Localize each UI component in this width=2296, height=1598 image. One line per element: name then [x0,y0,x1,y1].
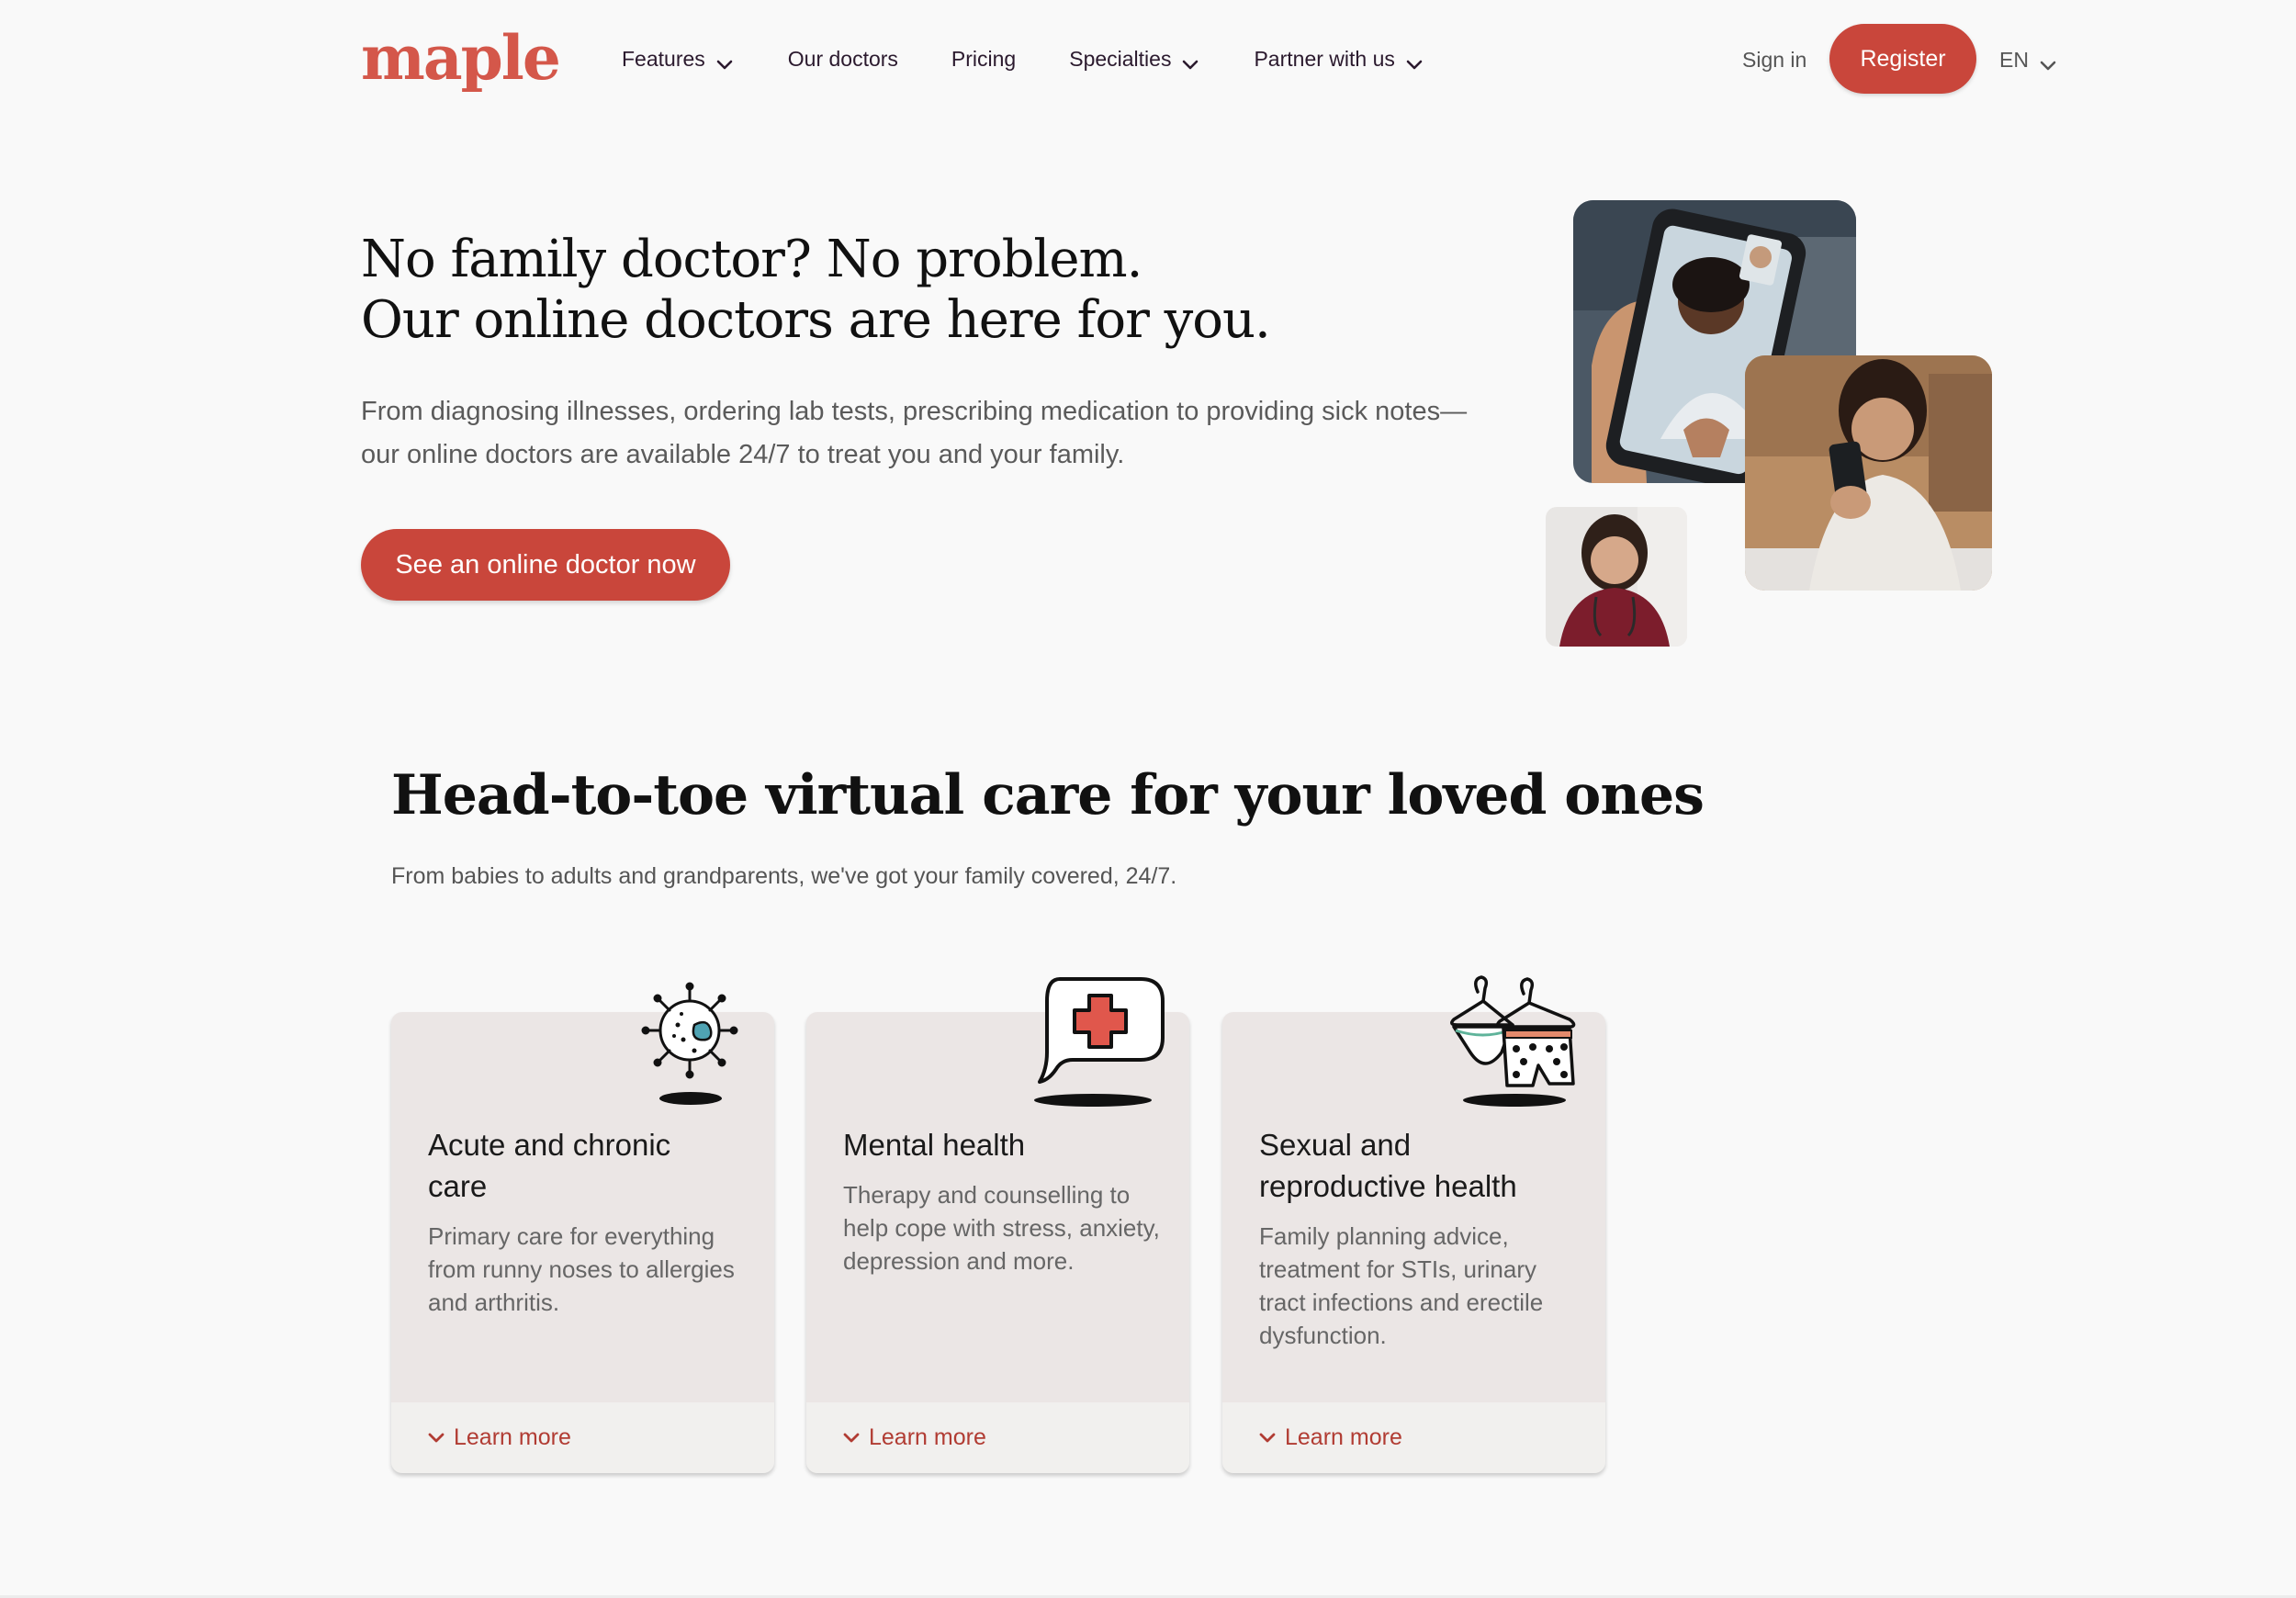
card-title-line1: Sexual and [1259,1128,1412,1162]
nav-features-label: Features [622,47,705,71]
hero-subtitle: From diagnosing illnesses, ordering lab … [361,390,1509,477]
section-title: Head-to-toe virtual care for your loved … [391,763,1705,827]
learn-more-label: Learn more [869,1424,986,1450]
language-selector[interactable]: EN [1999,41,2058,78]
card-sexual-reproductive-health[interactable]: Sexual and reproductive health Family pl… [1222,975,1605,1473]
card-title-line2: care [428,1169,488,1203]
nav-partner-with-us[interactable]: Partner with us [1254,40,1424,77]
hero-title-line2: Our online doctors are here for you. [361,290,1271,350]
learn-more-link[interactable]: Learn more [391,1402,774,1473]
card-title: Acute and chronic care [428,1124,740,1207]
nav-our-doctors[interactable]: Our doctors [788,40,898,77]
nav-specialties[interactable]: Specialties [1069,40,1200,77]
chevron-down-icon [841,1428,861,1448]
hero-title: No family doctor? No problem. Our online… [361,230,1509,351]
card-title-line1: Acute and chronic [428,1128,671,1162]
learn-more-label: Learn more [1285,1424,1402,1450]
doctor-portrait-photo [1546,507,1687,647]
card-description: Family planning advice, treatment for ST… [1259,1222,1544,1349]
register-button[interactable]: Register [1829,24,1976,94]
card-mental-health[interactable]: Mental health Therapy and counselling to… [806,977,1189,1473]
learn-more-link[interactable]: Learn more [806,1402,1189,1473]
language-label: EN [1999,48,2029,72]
section-subtitle: From babies to adults and grandparents, … [391,863,1177,889]
card-title: Sexual and reproductive health [1259,1124,1571,1207]
learn-more-link[interactable]: Learn more [1222,1402,1605,1473]
chevron-down-icon [1180,49,1200,70]
nav-pricing[interactable]: Pricing [951,40,1016,77]
chevron-down-icon [2038,50,2058,71]
nav-specialties-label: Specialties [1069,47,1172,71]
nav-features[interactable]: Features [622,40,735,77]
chevron-down-icon [426,1428,446,1448]
site-header: maple Features Our doctors Pricing Speci… [0,0,2296,119]
patient-phone-photo [1745,355,1992,591]
underwear-hanger-icon [1446,973,1581,1111]
card-title: Mental health [843,1124,1155,1165]
maple-logo[interactable]: maple [361,20,561,96]
chevron-down-icon [715,49,735,70]
learn-more-label: Learn more [454,1424,571,1450]
virus-icon [639,979,740,1108]
chevron-down-icon [1257,1428,1277,1448]
nav-pricing-label: Pricing [951,47,1017,71]
sign-in-link[interactable]: Sign in [1742,41,1806,78]
see-doctor-button[interactable]: See an online doctor now [361,529,730,601]
hero-subtitle-line1: From diagnosing illnesses, ordering lab … [361,397,1468,426]
nav-partner-label: Partner with us [1254,47,1395,71]
medical-chat-icon [1032,973,1170,1111]
card-title-line2: reproductive health [1259,1169,1517,1203]
card-acute-chronic-care[interactable]: Acute and chronic care Primary care for … [391,982,774,1473]
main-nav: Features Our doctors Pricing Specialties… [622,40,1478,77]
hero-title-line1: No family doctor? No problem. [361,230,1142,289]
hero-subtitle-line2: our online doctors are available 24/7 to… [361,440,1125,469]
nav-our-doctors-label: Our doctors [787,47,898,71]
card-description: Therapy and counselling to help cope wit… [843,1181,1160,1275]
chevron-down-icon [1404,49,1424,70]
card-title-line1: Mental health [843,1128,1026,1162]
card-description: Primary care for everything from runny n… [428,1222,735,1316]
